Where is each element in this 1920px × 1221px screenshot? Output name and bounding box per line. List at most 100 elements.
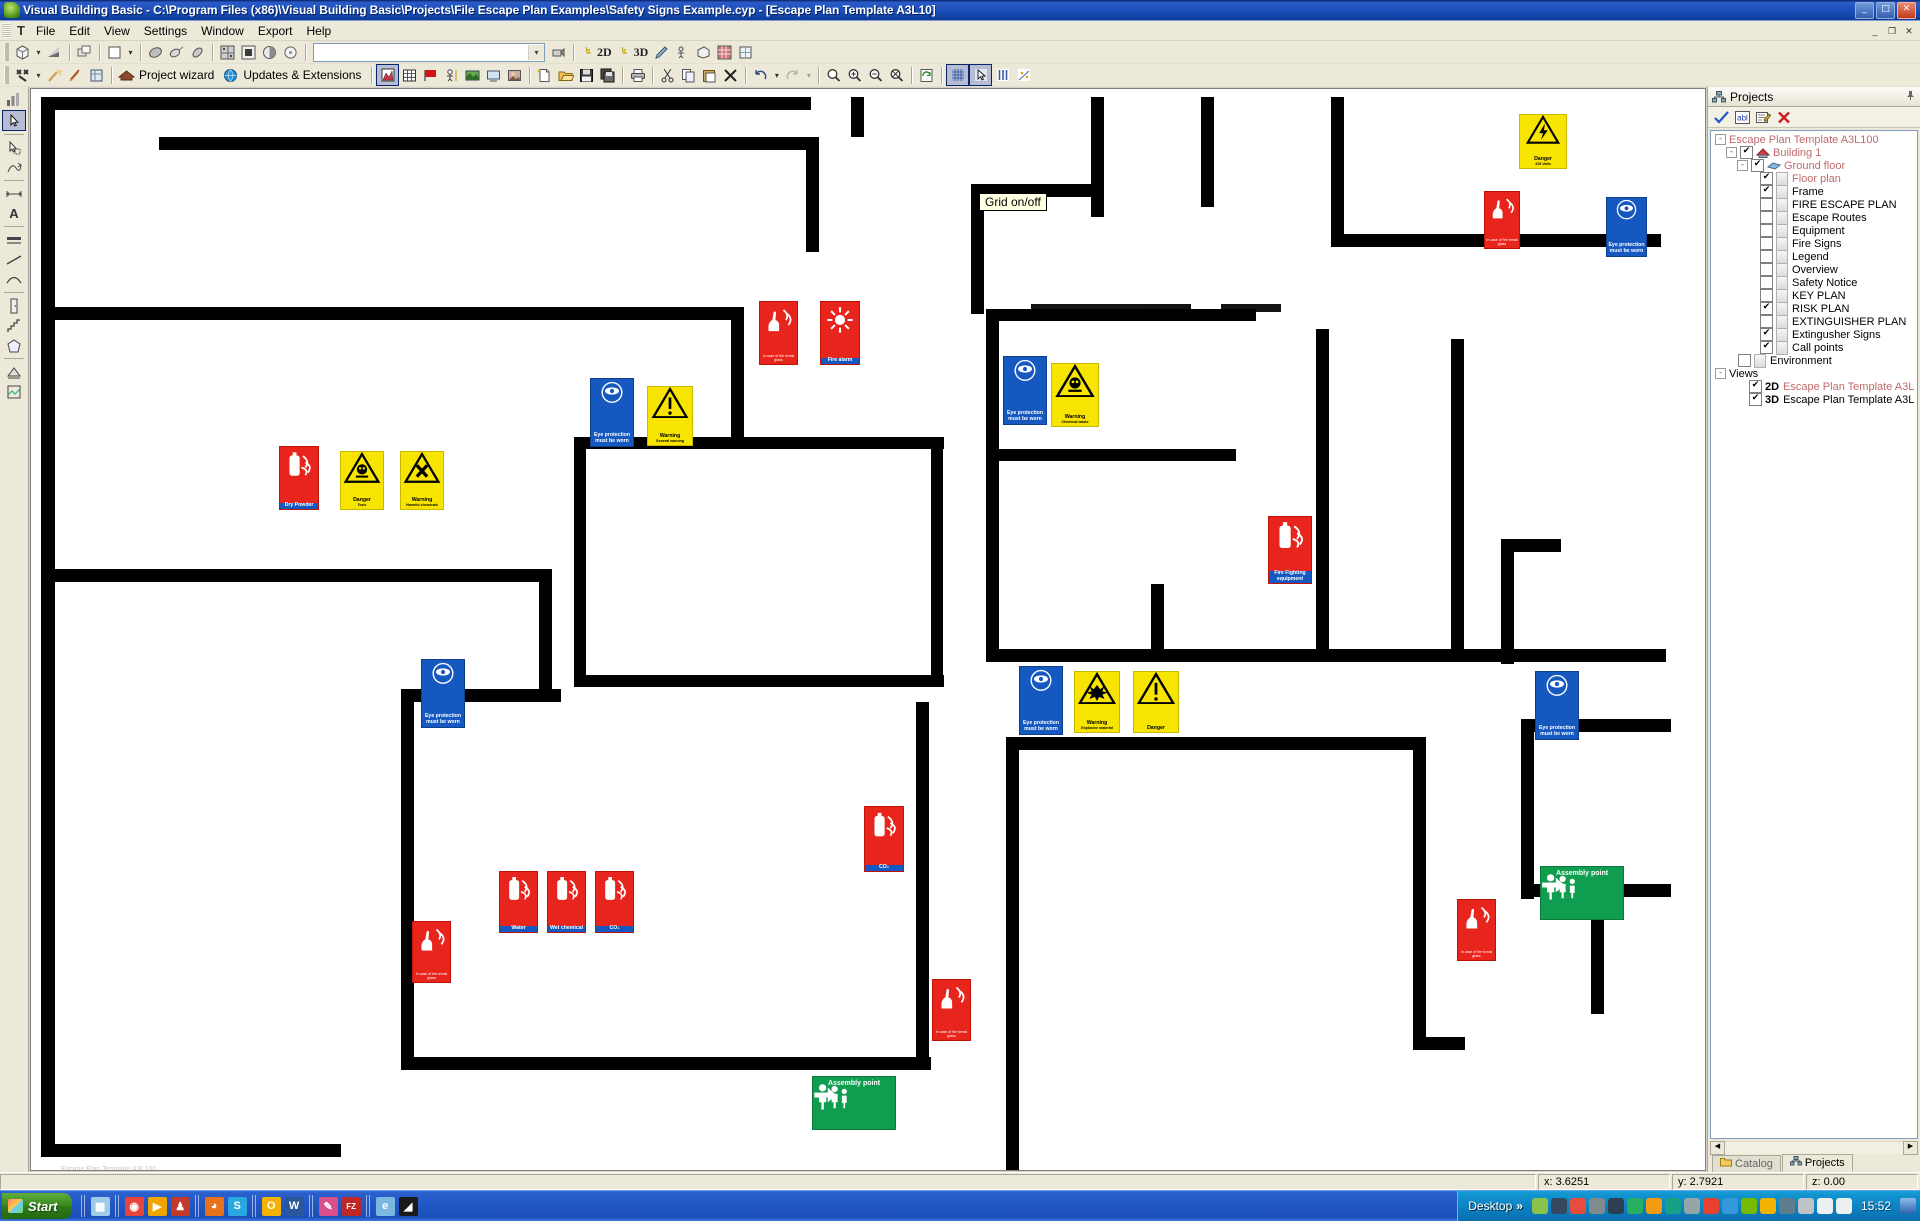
new-file-icon[interactable] — [534, 65, 555, 85]
visual-building-icon[interactable]: ◢ — [398, 1196, 418, 1216]
safety-sign[interactable]: Warning General warning — [647, 386, 693, 446]
zoom-extents-icon[interactable] — [886, 65, 907, 85]
3d-box-icon[interactable] — [12, 42, 33, 62]
signal-icon[interactable] — [1816, 1198, 1833, 1214]
shading-icon[interactable] — [44, 42, 65, 62]
grid-icon[interactable] — [399, 65, 420, 85]
safety-sign[interactable]: Warning Harmful chemicals — [400, 451, 444, 510]
sidebar-icon[interactable] — [1900, 1198, 1916, 1214]
select-tool-icon[interactable] — [3, 138, 25, 157]
tree-item-views[interactable]: - Views — [1711, 367, 1917, 380]
show-desktop-icon[interactable]: ▦ — [90, 1196, 110, 1216]
tree-expander-icon[interactable]: - — [1715, 368, 1726, 379]
columns-icon[interactable] — [992, 65, 1013, 85]
blank-page-icon[interactable] — [104, 42, 125, 62]
save-icon[interactable] — [576, 65, 597, 85]
tree-expander-icon[interactable]: - — [1715, 134, 1726, 145]
filezilla-icon[interactable]: FZ — [341, 1196, 361, 1216]
floor-plan-canvas[interactable]: Escape Plan Template A3L100 Danger 415 Vo… — [31, 89, 1705, 1170]
avast-icon[interactable] — [1702, 1198, 1719, 1214]
delete-x-icon[interactable] — [720, 65, 741, 85]
menu-item-settings[interactable]: Settings — [137, 22, 194, 40]
pen-tool-icon[interactable] — [1683, 1198, 1700, 1214]
properties-icon[interactable] — [1755, 109, 1771, 125]
print-icon[interactable] — [627, 65, 648, 85]
updates-extensions-button[interactable]: Updates & Extensions — [241, 68, 367, 82]
grid-onoff-icon[interactable] — [946, 64, 970, 86]
save-all-icon[interactable] — [597, 65, 618, 85]
ie-icon[interactable]: e — [375, 1196, 395, 1216]
display-icon[interactable] — [1721, 1198, 1738, 1214]
wall-tool-icon[interactable] — [3, 230, 25, 249]
safety-sign[interactable]: Eye protection must be worn — [1019, 666, 1063, 735]
taskbar-grip[interactable] — [251, 1195, 257, 1217]
texture-icon[interactable] — [217, 42, 238, 62]
screen-icon[interactable] — [483, 65, 504, 85]
refresh-icon[interactable] — [916, 65, 937, 85]
maximize-button[interactable]: □ — [1876, 1, 1895, 19]
open-folder-icon[interactable] — [555, 65, 576, 85]
mode-3d-label[interactable]: 3D — [631, 45, 652, 60]
safety-sign[interactable]: Warning Chemical waste — [1051, 363, 1099, 427]
tree-checkbox[interactable]: ✔ — [1760, 185, 1773, 198]
redo-icon[interactable] — [782, 65, 803, 85]
redo-dropdown-arrow-icon[interactable]: ▾ — [803, 65, 814, 85]
paste-icon[interactable] — [699, 65, 720, 85]
flag-red-icon[interactable] — [420, 65, 441, 85]
safety-sign[interactable]: In case of fire break glass — [932, 979, 971, 1041]
pin-icon[interactable] — [1905, 90, 1916, 104]
tab-catalog[interactable]: Catalog — [1712, 1155, 1781, 1172]
toolbar-grip-2[interactable] — [4, 66, 9, 84]
firefox-icon[interactable]: ◕ — [204, 1196, 224, 1216]
dropdown-arrow-icon[interactable]: ▾ — [33, 42, 44, 62]
skype-icon[interactable]: S — [227, 1196, 247, 1216]
tree-item-equipment[interactable]: Equipment — [1711, 223, 1917, 238]
light-icon[interactable] — [166, 42, 187, 62]
quicklaunch-grip[interactable] — [80, 1195, 86, 1217]
safety-sign[interactable]: Danger — [1133, 671, 1179, 733]
tree-checkbox[interactable] — [1760, 224, 1773, 237]
antivirus-icon[interactable] — [1531, 1198, 1548, 1214]
safety-sign[interactable]: CO₂ — [595, 871, 634, 933]
figure-icon[interactable] — [672, 42, 693, 62]
clock-icon[interactable] — [280, 42, 301, 62]
tools-icon[interactable] — [12, 65, 33, 85]
tab-projects[interactable]: Projects — [1781, 1154, 1853, 1172]
tree-item-escape-plan-template-a3l[interactable]: ✔ 3D Escape Plan Template A3L — [1711, 393, 1917, 406]
tree-checkbox[interactable] — [1760, 211, 1773, 224]
photo-icon[interactable] — [504, 65, 525, 85]
tree-item-safety-notice[interactable]: Safety Notice — [1711, 275, 1917, 290]
project-wizard-button[interactable]: Project wizard — [137, 68, 220, 82]
scroll-right-button[interactable]: ▶ — [1903, 1140, 1918, 1155]
snap-icon[interactable] — [1013, 65, 1034, 85]
zoom-out-icon[interactable] — [865, 65, 886, 85]
dimension-tool-icon[interactable] — [3, 184, 25, 203]
tree-checkbox[interactable]: ✔ — [1751, 159, 1764, 172]
box-icon[interactable] — [693, 42, 714, 62]
mode-3d-sun-icon[interactable] — [615, 42, 631, 62]
tree-checkbox[interactable] — [1738, 354, 1751, 367]
tools-dropdown-arrow-icon[interactable]: ▾ — [33, 65, 44, 85]
tree-expander-icon[interactable]: - — [1737, 160, 1748, 171]
chevron-down-icon[interactable]: ▾ — [528, 44, 544, 60]
tree-checkbox[interactable]: ✔ — [1760, 341, 1773, 354]
taskbar-grip[interactable] — [308, 1195, 314, 1217]
cut-icon[interactable] — [657, 65, 678, 85]
start-button[interactable]: Start — [2, 1193, 72, 1219]
opera-tray-icon[interactable] — [1759, 1198, 1776, 1214]
safety-sign[interactable]: Eye protection must be worn — [590, 378, 634, 447]
tree-item-extingusher-signs[interactable]: ✔ Extingusher Signs — [1711, 327, 1917, 342]
safety-sign[interactable]: Dry Powder — [279, 446, 319, 510]
drawing-canvas-area[interactable]: Escape Plan Template A3L100 Danger 415 Vo… — [30, 88, 1706, 1171]
safety-sign[interactable]: Wet chemical — [547, 871, 586, 933]
mdi-close-button[interactable]: ✕ — [1901, 24, 1917, 38]
user-accounts-icon[interactable]: ♟ — [170, 1196, 190, 1216]
scroll-track[interactable] — [1725, 1141, 1903, 1154]
zoom-icon[interactable] — [823, 65, 844, 85]
tree-item-building-1[interactable]: - ✔ Building 1 — [1711, 146, 1917, 159]
menu-item-edit[interactable]: Edit — [62, 22, 97, 40]
dropdown-arrow-icon-2[interactable]: ▾ — [125, 42, 136, 62]
menu-item-export[interactable]: Export — [251, 22, 300, 40]
delete-red-x-icon[interactable] — [1776, 109, 1792, 125]
landscape-icon[interactable] — [462, 65, 483, 85]
